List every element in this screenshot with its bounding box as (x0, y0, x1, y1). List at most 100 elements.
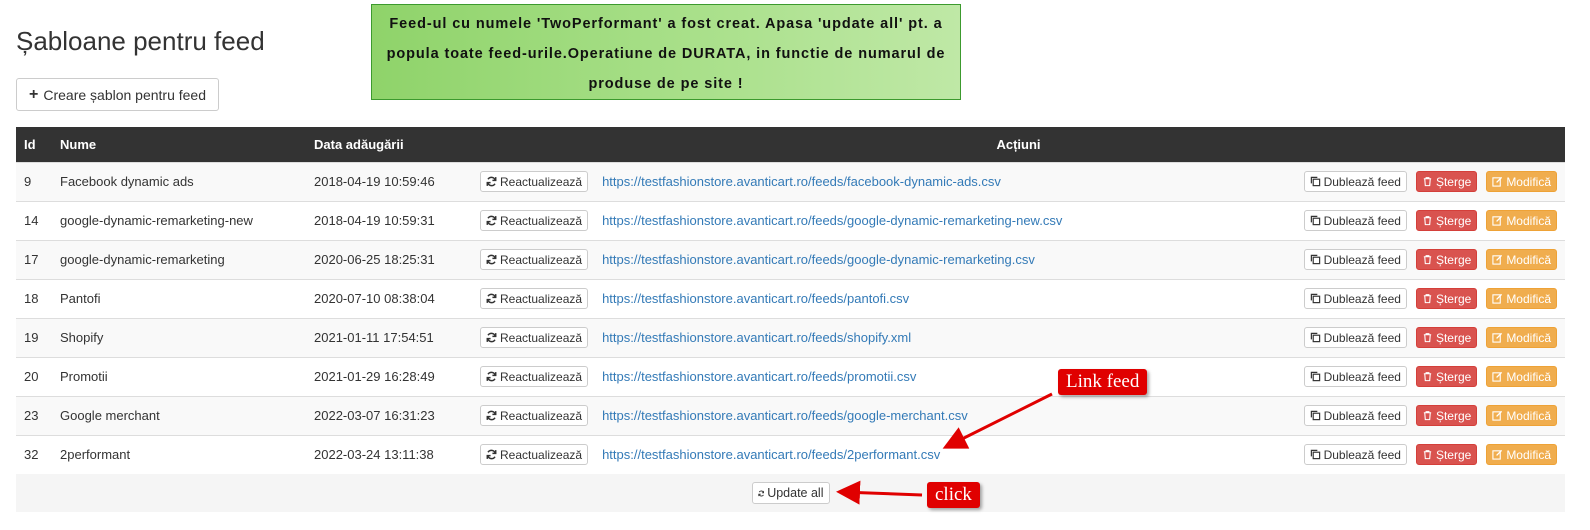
refresh-label: Reactualizează (500, 291, 583, 306)
refresh-label: Reactualizează (500, 174, 583, 189)
edit-button[interactable]: Modifică (1486, 444, 1557, 466)
edit-button[interactable]: Modifică (1486, 366, 1557, 387)
duplicate-feed-button[interactable]: Dublează feed (1303, 405, 1407, 426)
feed-url-link[interactable]: https://testfashionstore.avanticart.ro/f… (602, 408, 968, 423)
trash-icon (1423, 216, 1432, 226)
edit-icon (1492, 410, 1503, 421)
feed-url-link[interactable]: https://testfashionstore.avanticart.ro/f… (602, 213, 1062, 228)
trash-icon (1423, 177, 1432, 187)
row-name: Facebook dynamic ads (60, 174, 194, 189)
row-name: Shopify (60, 330, 104, 345)
duplicate-feed-button[interactable]: Dublează feed (1303, 288, 1407, 309)
delete-button[interactable]: Șterge (1415, 249, 1478, 270)
edit-label: Modifică (1506, 447, 1551, 462)
row-name: Google merchant (60, 408, 160, 423)
edit-button[interactable]: Modifică (1486, 210, 1557, 231)
copy-icon (1310, 332, 1320, 343)
delete-label: Șterge (1435, 291, 1472, 306)
row-name: Pantofi (60, 291, 101, 306)
refresh-icon (757, 490, 764, 496)
delete-button[interactable]: Șterge (1415, 171, 1478, 192)
row-name: 2performant (60, 447, 131, 463)
edit-icon (1492, 215, 1503, 226)
duplicate-feed-label: Dublează feed (1323, 252, 1401, 267)
refresh-button[interactable]: Reactualizează (480, 171, 589, 192)
duplicate-feed-label: Dublează feed (1323, 369, 1401, 384)
refresh-icon (486, 449, 497, 460)
refresh-button[interactable]: Reactualizează (480, 249, 589, 270)
refresh-icon (486, 215, 497, 226)
update-all-label: Update all (767, 486, 824, 500)
refresh-button[interactable]: Reactualizează (480, 366, 589, 387)
refresh-icon (486, 176, 497, 187)
feed-url-link[interactable]: https://testfashionstore.avanticart.ro/f… (602, 330, 911, 345)
row-actions: Reactualizează https://testfashionstore.a… (472, 201, 1565, 240)
trash-icon (1423, 294, 1432, 304)
feed-url-link[interactable]: https://testfashionstore.avanticart.ro/f… (602, 369, 916, 384)
edit-icon (1492, 450, 1503, 460)
copy-icon (1310, 215, 1320, 226)
row-actions: Reactualizează https://testfashionstore.a… (472, 318, 1565, 357)
edit-button[interactable]: Modifică (1486, 288, 1557, 309)
refresh-label: Reactualizează (500, 447, 583, 462)
copy-icon (1310, 371, 1320, 382)
column-actions: Acțiuni (996, 136, 1041, 152)
delete-button[interactable]: Șterge (1415, 366, 1478, 387)
delete-button[interactable]: Șterge (1415, 405, 1478, 426)
duplicate-feed-button[interactable]: Dublează feed (1303, 171, 1407, 192)
refresh-button[interactable]: Reactualizează (480, 288, 589, 309)
row-name: Promotii (60, 369, 108, 384)
duplicate-feed-button[interactable]: Dublează feed (1303, 210, 1407, 231)
delete-button[interactable]: Șterge (1415, 210, 1478, 231)
refresh-icon (486, 371, 497, 382)
trash-icon (1423, 372, 1432, 382)
table-row: 14 google-dynamic-remarketing-new 2018-04-… (16, 201, 1565, 240)
success-alert: Feed-ul cu numele 'TwoPerformant' a fost… (371, 4, 961, 100)
refresh-label: Reactualizează (500, 252, 583, 267)
edit-button[interactable]: Modifică (1486, 249, 1557, 270)
feed-url-link[interactable]: https://testfashionstore.avanticart.ro/f… (602, 291, 909, 306)
refresh-button[interactable]: Reactualizează (480, 210, 589, 231)
refresh-button[interactable]: Reactualizează (480, 405, 589, 426)
row-actions: Reactualizează https://testfashionstore.a… (472, 162, 1565, 201)
trash-icon (1423, 333, 1432, 343)
create-template-button[interactable]: + Creare șablon pentru feed (16, 78, 220, 111)
link-feed-callout: Link feed (1058, 369, 1148, 395)
refresh-label: Reactualizează (500, 369, 583, 384)
update-all-button[interactable]: Update all (751, 482, 830, 504)
delete-button[interactable]: Șterge (1415, 444, 1478, 466)
copy-icon (1310, 293, 1320, 304)
delete-button[interactable]: Șterge (1415, 288, 1478, 309)
feed-url-link[interactable]: https://testfashionstore.avanticart.ro/f… (602, 174, 1001, 189)
table-row: 23 Google merchant 2022-03-07 16:31:23 Reac… (16, 396, 1565, 435)
table-row: 19 Shopify 2021-01-11 17:54:51 Reactualizea… (16, 318, 1565, 357)
row-name: google-dynamic-remarketing-new (60, 213, 253, 228)
duplicate-feed-button[interactable]: Dublează feed (1303, 249, 1407, 270)
table-row: 32 2performant 2022-03-24 13:11:38 Reactual… (16, 435, 1565, 474)
duplicate-feed-button[interactable]: Dublează feed (1303, 444, 1407, 466)
edit-button[interactable]: Modifică (1486, 327, 1557, 348)
copy-icon (1310, 254, 1320, 265)
edit-icon (1492, 176, 1503, 187)
table-row: 20 Promotii 2021-01-29 16:28:49 Reactualize… (16, 357, 1565, 396)
refresh-button[interactable]: Reactualizează (480, 327, 589, 348)
delete-label: Șterge (1435, 369, 1472, 384)
refresh-label: Reactualizează (500, 330, 583, 345)
duplicate-feed-label: Dublează feed (1323, 213, 1401, 228)
row-id: 18 (24, 291, 39, 306)
row-id: 17 (24, 252, 39, 267)
duplicate-feed-button[interactable]: Dublează feed (1303, 327, 1407, 348)
refresh-button[interactable]: Reactualizează (480, 444, 589, 466)
edit-button[interactable]: Modifică (1486, 405, 1557, 426)
duplicate-feed-button[interactable]: Dublează feed (1303, 366, 1407, 387)
delete-button[interactable]: Șterge (1415, 327, 1478, 348)
feed-url-link[interactable]: https://testfashionstore.avanticart.ro/f… (602, 252, 1035, 267)
plus-icon: + (29, 85, 39, 103)
column-id: Id (24, 136, 36, 152)
edit-button[interactable]: Modifică (1486, 171, 1557, 192)
edit-label: Modifică (1506, 330, 1551, 345)
feed-url-link[interactable]: https://testfashionstore.avanticart.ro/f… (602, 447, 940, 462)
row-actions: Reactualizează https://testfashionstore.a… (472, 435, 1565, 474)
column-name: Nume (60, 136, 97, 152)
row-actions: Reactualizează https://testfashionstore.a… (472, 240, 1565, 279)
